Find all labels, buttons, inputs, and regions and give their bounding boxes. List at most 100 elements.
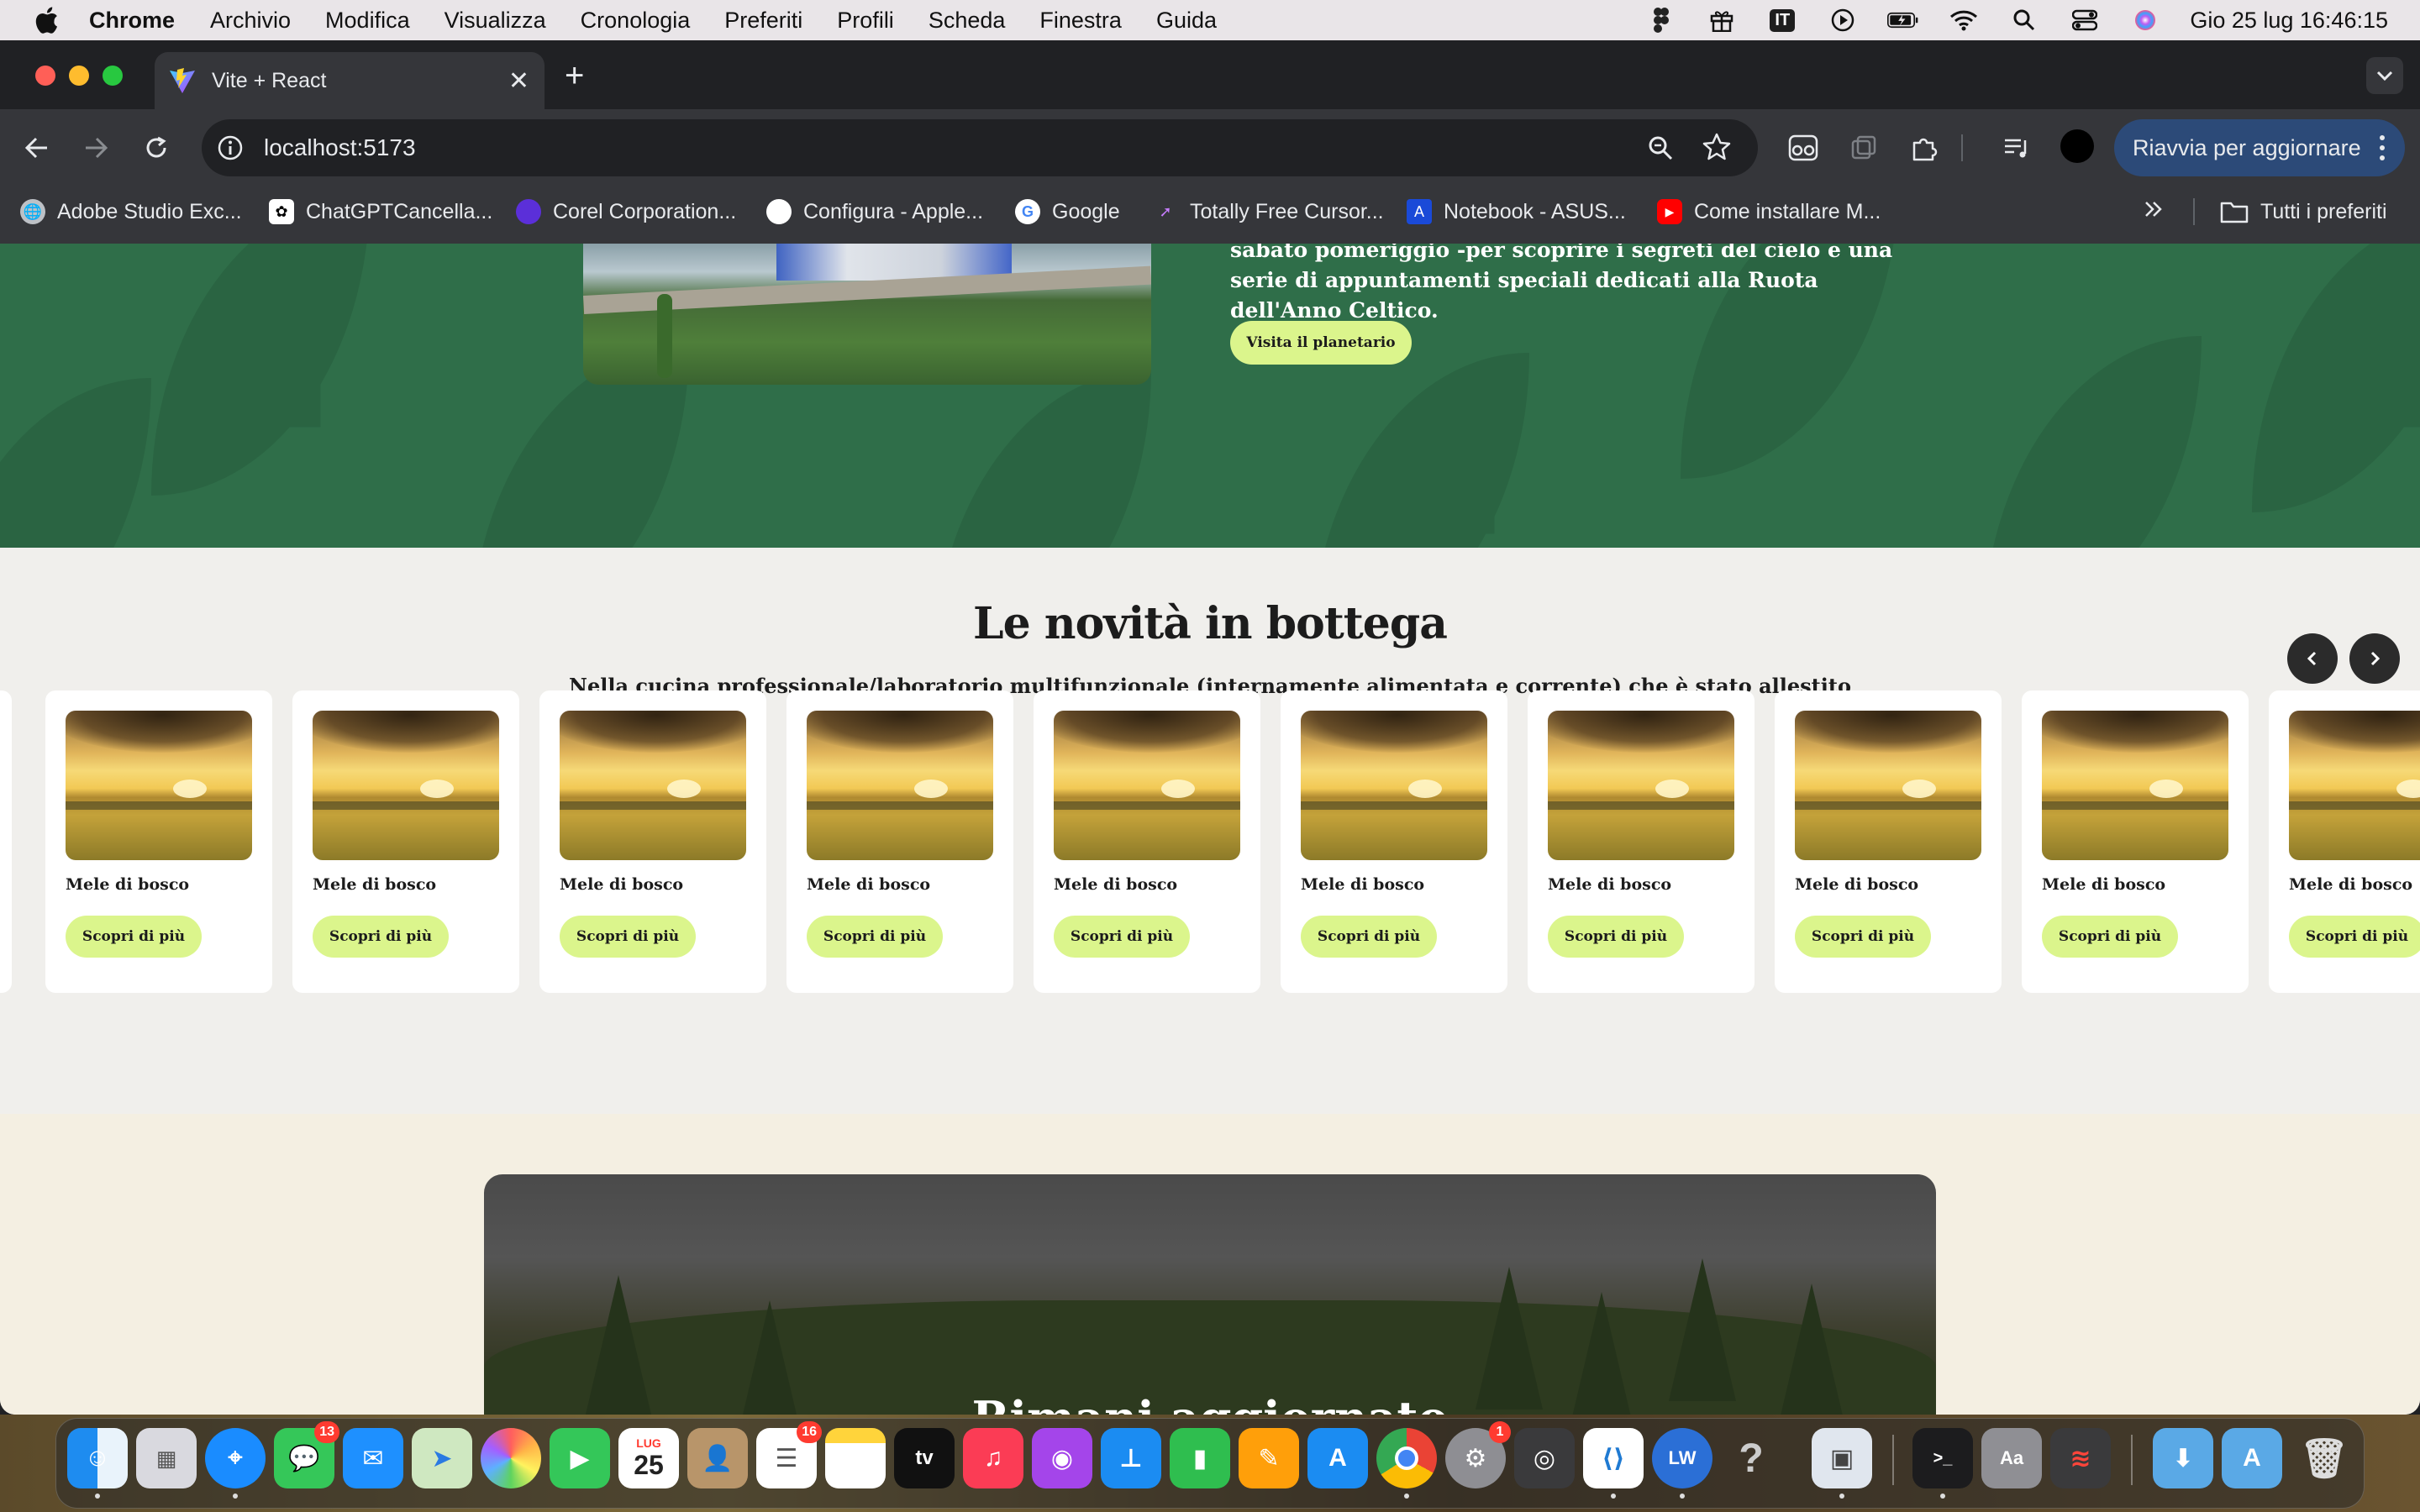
calendar-icon[interactable]: LUG 25 <box>618 1428 679 1488</box>
siri-icon[interactable] <box>2129 8 2161 33</box>
contacts-icon[interactable]: 👤 <box>687 1428 748 1488</box>
new-tab-button[interactable]: + <box>565 57 584 95</box>
product-card[interactable]: Mele di bosco Scopri di più <box>292 690 519 993</box>
trash-icon[interactable]: 🗑 <box>2294 1428 2354 1488</box>
applications-folder-icon[interactable]: A <box>2222 1428 2282 1488</box>
product-card[interactable]: Mele di bosco Scopri di più <box>539 690 766 993</box>
play-circle-icon[interactable] <box>1827 8 1859 33</box>
vscode-icon[interactable]: ⟨⟩ <box>1583 1428 1644 1488</box>
battery-icon[interactable] <box>1887 8 1919 33</box>
finder-icon[interactable]: ☺ <box>67 1428 128 1488</box>
downloads-folder-icon[interactable]: ⬇ <box>2153 1428 2213 1488</box>
menu-archivio[interactable]: Archivio <box>210 8 291 34</box>
control-center-icon[interactable] <box>2069 8 2101 33</box>
tab-search-button[interactable] <box>2366 57 2403 94</box>
site-info-icon[interactable] <box>215 133 245 163</box>
bookmark-google[interactable]: G Google <box>1015 195 1120 228</box>
extensions-puzzle-icon[interactable] <box>1907 131 1941 165</box>
menu-profili[interactable]: Profili <box>837 8 894 34</box>
media-queue-icon[interactable] <box>2000 131 2033 165</box>
app-store-icon[interactable]: A <box>1307 1428 1368 1488</box>
preview-icon[interactable]: ▣ <box>1812 1428 1872 1488</box>
spotlight-search-icon[interactable] <box>2008 8 2040 33</box>
carousel-prev-button[interactable] <box>2287 633 2338 684</box>
more-menu-icon[interactable] <box>2378 131 2386 171</box>
bookmark-adobe[interactable]: 🌐 Adobe Studio Exc... <box>20 195 242 228</box>
product-card[interactable]: Mele di bosco Scopri di più <box>786 690 1013 993</box>
dictionary-icon[interactable]: Aa <box>1981 1428 2042 1488</box>
menu-cronologia[interactable]: Cronologia <box>581 8 691 34</box>
product-card[interactable]: Mele di bosco Scopri di più <box>2269 690 2420 993</box>
facetime-icon[interactable]: ▶ <box>550 1428 610 1488</box>
product-card[interactable]: Mele di bosco Scopri di più <box>1528 690 1754 993</box>
podcasts-icon[interactable]: ◉ <box>1032 1428 1092 1488</box>
messages-icon[interactable]: 💬 13 <box>274 1421 339 1488</box>
terminal-icon[interactable]: >_ <box>1912 1428 1973 1488</box>
menu-scheda[interactable]: Scheda <box>929 8 1006 34</box>
lw-app-icon[interactable]: LW <box>1652 1428 1712 1488</box>
forward-button[interactable] <box>81 133 111 163</box>
product-card[interactable]: Mele di bosco Scopri di più <box>2022 690 2249 993</box>
tab-close-icon[interactable]: ✕ <box>508 66 529 96</box>
incognito-glasses-icon[interactable] <box>1786 131 1820 165</box>
reload-button[interactable] <box>141 133 171 163</box>
window-close-button[interactable] <box>35 66 55 86</box>
reminders-icon[interactable]: ☰ 16 <box>756 1421 822 1488</box>
menu-preferiti[interactable]: Preferiti <box>724 8 802 34</box>
bookmarks-overflow-icon[interactable] <box>2141 197 2166 226</box>
help-question-icon[interactable]: ? <box>1721 1428 1781 1488</box>
numbers-icon[interactable]: ▮ <box>1170 1428 1230 1488</box>
gift-icon[interactable] <box>1706 8 1738 33</box>
product-card[interactable]: Mele di bosco Scopri di più <box>45 690 272 993</box>
carousel-next-button[interactable] <box>2349 633 2400 684</box>
menu-app-chrome[interactable]: Chrome <box>89 8 175 34</box>
product-discover-button[interactable]: Scopri di più <box>1054 916 1190 958</box>
visit-planetarium-button[interactable]: Visita il planetario <box>1230 321 1412 365</box>
mail-icon[interactable]: ✉ <box>343 1428 403 1488</box>
product-discover-button[interactable]: Scopri di più <box>807 916 943 958</box>
tab-vite-react[interactable]: Vite + React ✕ <box>155 52 544 109</box>
wifi-icon[interactable] <box>1948 8 1980 33</box>
product-discover-button[interactable]: Scopri di più <box>560 916 696 958</box>
figma-icon[interactable] <box>1645 8 1677 33</box>
apple-logo-icon[interactable] <box>34 6 59 34</box>
audio-recorder-icon[interactable]: ≋ <box>2050 1428 2111 1488</box>
keynote-icon[interactable]: ⊥ <box>1101 1428 1161 1488</box>
system-settings-icon[interactable]: ⚙ 1 <box>1445 1421 1511 1488</box>
product-discover-button[interactable]: Scopri di più <box>1301 916 1437 958</box>
menu-guida[interactable]: Guida <box>1156 8 1217 34</box>
menu-visualizza[interactable]: Visualizza <box>445 8 546 34</box>
copy-tab-icon[interactable] <box>1847 131 1881 165</box>
bookmark-cursor[interactable]: ➚ Totally Free Cursor... <box>1153 195 1383 228</box>
address-bar[interactable]: localhost:5173 <box>202 119 1758 176</box>
all-bookmarks-folder[interactable]: Tutti i preferiti <box>2220 195 2387 228</box>
notes-icon[interactable] <box>825 1428 886 1488</box>
window-minimize-button[interactable] <box>69 66 89 86</box>
chrome-icon[interactable] <box>1376 1428 1437 1488</box>
bookmark-apple[interactable]: Configura - Apple... <box>766 195 983 228</box>
launchpad-icon[interactable]: ▦ <box>136 1428 197 1488</box>
zoom-icon[interactable] <box>1645 133 1676 167</box>
product-discover-button[interactable]: Scopri di più <box>66 916 202 958</box>
bookmark-asus[interactable]: A Notebook - ASUS... <box>1407 195 1626 228</box>
screenshot-icon[interactable]: ◎ <box>1514 1428 1575 1488</box>
menu-finestra[interactable]: Finestra <box>1039 8 1122 34</box>
product-card[interactable]: Mele di bosco Scopri di più <box>1775 690 2002 993</box>
restart-to-update-button[interactable]: Riavvia per aggiornare <box>2114 119 2405 176</box>
profile-avatar[interactable] <box>2060 129 2094 163</box>
product-discover-button[interactable]: Scopri di più <box>1548 916 1684 958</box>
product-discover-button[interactable]: Scopri di più <box>2289 916 2420 958</box>
product-discover-button[interactable]: Scopri di più <box>313 916 449 958</box>
bookmark-youtube[interactable]: ▶ Come installare M... <box>1657 195 1881 228</box>
product-card[interactable]: Mele di bosco Scopri di più <box>1281 690 1507 993</box>
maps-icon[interactable]: ➤ <box>412 1428 472 1488</box>
product-discover-button[interactable]: Scopri di più <box>2042 916 2178 958</box>
bookmark-chatgpt[interactable]: ✿ ChatGPTCancella... <box>269 195 492 228</box>
input-source-badge[interactable]: IT <box>1766 8 1798 33</box>
back-button[interactable] <box>22 133 52 163</box>
pages-icon[interactable]: ✎ <box>1239 1428 1299 1488</box>
music-icon[interactable]: ♫ <box>963 1428 1023 1488</box>
menu-modifica[interactable]: Modifica <box>325 8 410 34</box>
product-card[interactable]: Mele di bosco Scopri di più <box>1034 690 1260 993</box>
apple-tv-icon[interactable]: tv <box>894 1428 955 1488</box>
